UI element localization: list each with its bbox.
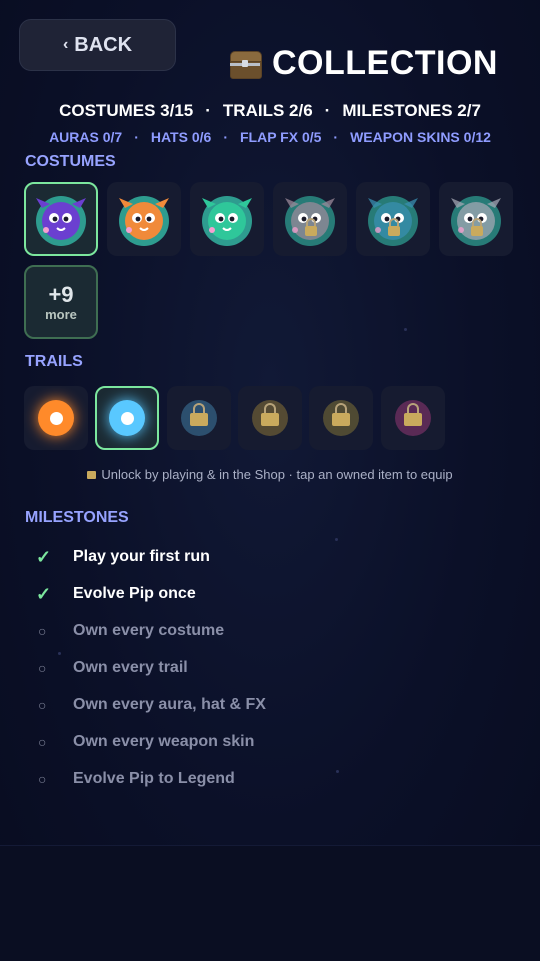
milestone-label: Own every weapon skin: [73, 733, 255, 750]
trail-orb-icon: [323, 400, 360, 436]
milestone-item: ○ Own every weapon skin: [36, 730, 254, 754]
circle-icon: ○: [38, 660, 47, 676]
trail-tile[interactable]: [95, 386, 160, 450]
costume-tile-orange[interactable]: [107, 182, 181, 256]
milestone-label: Own every costume: [73, 622, 225, 639]
milestone-label: Evolve Pip once: [73, 585, 196, 602]
stat-costumes: COSTUMES 3/15: [59, 101, 194, 120]
circle-icon: ○: [38, 697, 47, 713]
stat-flap-fx: FLAP FX 0/5: [239, 129, 322, 145]
more-costumes-button[interactable]: +9 more: [24, 265, 98, 339]
costumes-section-title: COSTUMES: [25, 153, 116, 170]
lock-icon: [403, 403, 422, 426]
circle-icon: ○: [38, 623, 47, 639]
more-label: more: [45, 306, 77, 322]
secondary-stats: AURAS 0/7 · HATS 0/6 · FLAP FX 0/5 · WEAPON SK…: [0, 129, 540, 145]
costume-tile-gray[interactable]: [439, 182, 513, 256]
costume-tile-purple[interactable]: [24, 182, 98, 256]
milestones-section-title: MILESTONES: [25, 509, 129, 526]
bird-costume-icon: [36, 196, 86, 246]
lock-icon: [260, 403, 279, 426]
milestone-label: Own every aura, hat & FX: [73, 696, 266, 713]
milestone-label: Play your first run: [73, 548, 210, 565]
milestone-item: ○ Own every aura, hat & FX: [36, 693, 266, 717]
page-title: COLLECTION: [230, 44, 498, 83]
trail-tile[interactable]: [166, 386, 231, 450]
milestone-item: ○ Evolve Pip to Legend: [36, 767, 235, 791]
chest-icon: [230, 50, 262, 79]
circle-icon: ○: [38, 734, 47, 750]
bird-costume-icon: [119, 196, 169, 246]
trail-tile[interactable]: [237, 386, 302, 450]
unlock-hint: Unlock by playing & in the Shop · tap an…: [0, 467, 540, 482]
stat-milestones: MILESTONES 2/7: [342, 101, 481, 120]
background-star: [336, 770, 339, 773]
bird-costume-icon: [368, 196, 418, 246]
trail-orb-icon: [38, 400, 74, 436]
stat-weapon-skins: WEAPON SKINS 0/12: [350, 129, 491, 145]
stat-separator: ·: [223, 129, 228, 145]
bird-costume-icon: [202, 196, 252, 246]
trail-orb-icon: [109, 400, 146, 436]
bird-costume-icon: [451, 196, 501, 246]
costume-tile-gray-pink[interactable]: [273, 182, 347, 256]
bird-costume-icon: [285, 196, 335, 246]
stat-separator: ·: [324, 101, 331, 120]
costume-tile-teal[interactable]: [190, 182, 264, 256]
stat-hats: HATS 0/6: [150, 129, 212, 145]
milestone-item: ✓ Play your first run: [36, 545, 210, 569]
unlock-hint-text: Unlock by playing & in the Shop · tap an…: [101, 467, 453, 482]
circle-icon: ○: [38, 771, 47, 787]
back-button[interactable]: ‹ BACK: [19, 19, 176, 71]
background-star: [58, 652, 61, 655]
checkmark-icon: ✓: [36, 583, 52, 604]
milestone-item: ✓ Evolve Pip once: [36, 582, 196, 606]
costume-tile-blue[interactable]: [356, 182, 430, 256]
trail-tile[interactable]: [380, 386, 445, 450]
stat-separator: ·: [333, 129, 339, 145]
trail-orb-icon: [251, 400, 288, 436]
milestone-item: ○ Own every trail: [36, 656, 188, 680]
milestone-label: Own every trail: [73, 659, 188, 676]
trail-orb-icon: [180, 400, 217, 436]
back-button-label: BACK: [74, 33, 133, 56]
chevron-left-icon: ‹: [62, 36, 69, 53]
trails-section-title: TRAILS: [25, 353, 83, 370]
background-star: [335, 538, 338, 541]
ground-band: [0, 845, 540, 961]
milestone-item: ○ Own every costume: [36, 619, 224, 643]
lock-icon: [189, 403, 208, 426]
stat-auras: AURAS 0/7: [49, 129, 123, 145]
checkmark-icon: ✓: [36, 546, 52, 567]
primary-stats: COSTUMES 3/15 · TRAILS 2/6 · MILESTONES 2/7: [0, 101, 540, 121]
milestone-label: Evolve Pip to Legend: [73, 770, 235, 787]
stat-separator: ·: [205, 101, 211, 120]
trail-tile[interactable]: [24, 386, 88, 450]
page-title-text: COLLECTION: [272, 44, 498, 82]
lock-icon: [332, 403, 351, 426]
more-count: +9: [48, 281, 74, 307]
stat-separator: ·: [134, 129, 139, 145]
stat-trails: TRAILS 2/6: [222, 101, 313, 120]
lock-icon: [87, 471, 97, 479]
background-star: [404, 328, 407, 331]
trail-tile[interactable]: [309, 386, 374, 450]
trail-orb-icon: [394, 400, 431, 436]
